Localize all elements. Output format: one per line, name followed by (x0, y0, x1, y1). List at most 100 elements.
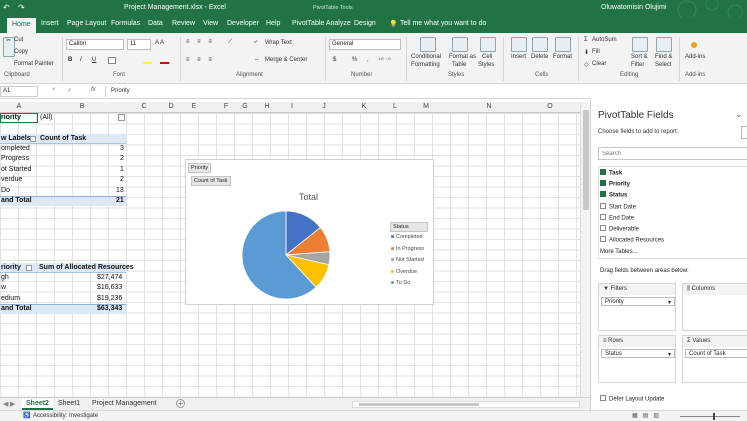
dropdown-icon[interactable]: ▾ (668, 299, 671, 306)
align-left-icons[interactable]: ≡ ≡ ≡ (186, 57, 215, 63)
add-sheet-icon[interactable]: + (176, 399, 185, 408)
wrap-text-button[interactable]: Wrap Text (265, 40, 292, 46)
chart-value-button[interactable]: Count of Task (191, 176, 231, 186)
checkbox-icon[interactable] (600, 225, 606, 231)
sort-filter-button[interactable]: Sort & (631, 54, 648, 60)
col-header-c[interactable]: C (126, 103, 162, 110)
col-header-l[interactable]: L (386, 103, 404, 110)
grow-font-icon[interactable]: A A (155, 40, 164, 46)
find-select-button[interactable]: Find & (655, 54, 672, 60)
format-as-table-button[interactable]: Format as (449, 54, 476, 60)
field-item[interactable]: Task (600, 169, 622, 177)
pivot-chart[interactable]: Priority Count of Task Total Status Comp… (185, 159, 434, 305)
tab-help[interactable]: Help (266, 20, 280, 27)
enter-icon[interactable]: ✓ (67, 87, 72, 94)
checkbox-icon[interactable] (600, 236, 606, 243)
checked-checkbox-icon[interactable] (600, 191, 606, 198)
values-field-pill[interactable]: Count of Task (685, 349, 747, 358)
col-header-i[interactable]: I (283, 103, 301, 110)
pane-options-icon[interactable]: ⌄ (735, 109, 743, 120)
horizontal-scrollbar[interactable] (352, 401, 580, 408)
scroll-right-icon[interactable]: ▶ (10, 400, 15, 408)
defer-update-checkbox[interactable]: Defer Layout Update (600, 395, 664, 403)
pane-layout-icon[interactable] (741, 126, 747, 139)
checkbox-icon[interactable] (600, 395, 606, 401)
font-color-icon[interactable] (160, 62, 169, 64)
col-header-o[interactable]: O (541, 103, 559, 110)
name-box[interactable]: A1 (0, 86, 38, 97)
pivot1-filter-value[interactable]: (All) (40, 114, 52, 121)
col-header-b[interactable]: B (38, 103, 126, 110)
field-item[interactable]: End Date (600, 213, 634, 221)
borders-icon[interactable] (108, 57, 116, 64)
field-item[interactable]: Start Date (600, 202, 636, 210)
fx-icon[interactable]: fx (91, 87, 96, 93)
filter-dropdown-icon[interactable] (118, 114, 125, 121)
zoom-slider[interactable] (680, 416, 740, 417)
h-scrollbar-thumb[interactable] (359, 403, 479, 406)
checked-checkbox-icon[interactable] (600, 180, 606, 187)
redo-icon[interactable]: ↷ (18, 3, 25, 12)
sheet-tab-project-management[interactable]: Project Management (88, 399, 161, 408)
scroll-left-icon[interactable]: ◀ (3, 400, 8, 408)
sheet-tab-sheet2[interactable]: Sheet2 (22, 399, 53, 410)
orientation-icon[interactable]: ⟋ (228, 39, 232, 46)
comma-button[interactable]: , (367, 57, 369, 63)
italic-icon[interactable]: I (80, 57, 82, 63)
tab-review[interactable]: Review (172, 20, 195, 27)
field-item[interactable]: Allocated Resources (600, 236, 664, 244)
chart-filter-button[interactable]: Priority (188, 163, 212, 173)
col-header-e[interactable]: E (185, 103, 203, 110)
checked-checkbox-icon[interactable] (600, 169, 606, 175)
checkbox-icon[interactable] (600, 213, 606, 220)
merge-center-button[interactable]: Merge & Center (265, 57, 307, 63)
font-size-input[interactable]: 11 (127, 39, 151, 50)
cell-styles-button[interactable]: Cell (482, 54, 492, 60)
filters-area[interactable]: ▼ Filters Priority ▾ (598, 283, 676, 331)
col-header-k[interactable]: K (355, 103, 373, 110)
decimal-icons[interactable]: ⁺⁰ ⁻⁰ (378, 57, 391, 64)
columns-area[interactable]: ⫼ Columns (682, 283, 747, 331)
field-item[interactable]: Priority (600, 180, 630, 188)
autosum-button[interactable]: AutoSum (592, 37, 617, 43)
currency-button[interactable]: $ (333, 57, 336, 63)
row-labels-dropdown-icon[interactable] (30, 136, 36, 142)
tab-page-layout[interactable]: Page Layout (67, 20, 106, 27)
formula-input[interactable]: Priority (111, 88, 130, 94)
font-name-input[interactable]: Calibri (66, 39, 124, 50)
accessibility-status[interactable]: Accessibility: Investigate (33, 413, 98, 419)
view-mode-icons[interactable]: ▦▤▥ (632, 412, 664, 419)
tab-insert[interactable]: Insert (41, 20, 59, 27)
tab-data[interactable]: Data (148, 20, 163, 27)
copy-button[interactable]: Copy (14, 49, 28, 55)
cancel-icon[interactable]: × (52, 87, 56, 93)
number-format-select[interactable]: General (329, 39, 401, 50)
field-item[interactable]: Deliverable (600, 225, 639, 233)
sheet-tab-sheet1[interactable]: Sheet1 (54, 399, 84, 408)
row-labels-dropdown-icon[interactable] (26, 265, 32, 271)
field-search-input[interactable] (598, 147, 747, 160)
scrollbar-thumb[interactable] (583, 110, 589, 210)
col-header-d[interactable]: D (162, 103, 180, 110)
dropdown-icon[interactable]: ▾ (668, 351, 671, 358)
col-header-m[interactable]: M (417, 103, 435, 110)
tab-design[interactable]: Design (354, 20, 376, 27)
col-header-g[interactable]: G (236, 103, 254, 110)
more-tables-link[interactable]: More Tables... (600, 249, 638, 255)
vertical-scrollbar[interactable] (580, 102, 590, 397)
col-header-h[interactable]: H (258, 103, 276, 110)
percent-button[interactable]: % (352, 57, 357, 63)
fill-button[interactable]: Fill (592, 49, 600, 55)
tab-view[interactable]: View (203, 20, 218, 27)
format-painter-button[interactable]: Format Painter (14, 61, 54, 67)
legend-field-button[interactable]: Status (390, 222, 428, 232)
col-header-j[interactable]: J (315, 103, 333, 110)
field-item[interactable]: Status (600, 191, 627, 199)
add-ins-button[interactable]: Add-ins (685, 54, 705, 60)
fill-color-icon[interactable] (143, 62, 152, 64)
col-header-f[interactable]: F (217, 103, 235, 110)
filters-field-pill[interactable]: Priority ▾ (601, 297, 675, 306)
tab-pivottable-analyze[interactable]: PivotTable Analyze (292, 20, 351, 27)
rows-field-pill[interactable]: Status ▾ (601, 349, 675, 358)
insert-cells-button[interactable]: Insert (511, 54, 526, 60)
